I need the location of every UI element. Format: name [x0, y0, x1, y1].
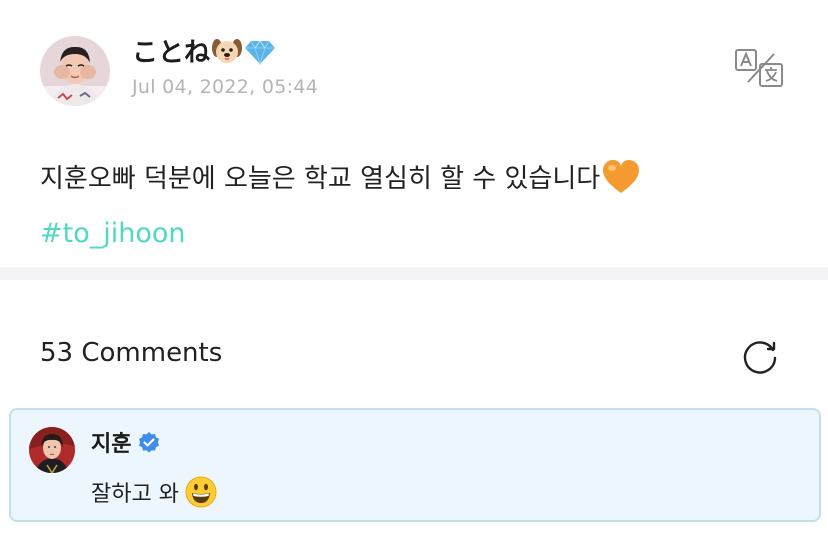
post-header: ことね Jul 04, 2022, 05:44	[40, 36, 790, 108]
author-avatar[interactable]	[40, 36, 110, 106]
orange-heart-emoji	[602, 159, 640, 208]
comment-text: 잘하고 와	[91, 476, 217, 514]
author-name[interactable]: ことね	[132, 36, 276, 74]
comment-author-avatar[interactable]	[29, 427, 75, 473]
dog-face-emoji	[212, 37, 243, 74]
verified-badge-icon	[137, 431, 161, 461]
section-divider	[0, 267, 828, 280]
comment-text-content: 잘하고 와	[91, 482, 179, 507]
post-text-content: 지훈오빠 덕분에 오늘은 학교 열심히 할 수 있습니다	[40, 164, 601, 194]
comment-author-name: 지훈	[91, 432, 132, 457]
post-text: 지훈오빠 덕분에 오늘은 학교 열심히 할 수 있습니다	[40, 158, 800, 208]
translate-icon	[735, 49, 783, 87]
comment-item[interactable]: 지훈 잘하고 와	[9, 408, 821, 522]
comments-count: 53 Comments	[40, 338, 223, 368]
comment-author[interactable]: 지훈	[91, 426, 161, 461]
post-timestamp: Jul 04, 2022, 05:44	[132, 76, 319, 98]
gem-emoji	[244, 39, 276, 74]
refresh-button[interactable]	[740, 336, 780, 376]
translate-button[interactable]	[734, 48, 786, 88]
author-name-text: ことね	[132, 38, 211, 68]
post-body: 지훈오빠 덕분에 오늘은 학교 열심히 할 수 있습니다 #to_jihoon	[40, 158, 800, 256]
post-hashtag[interactable]: #to_jihoon	[40, 212, 800, 256]
refresh-icon	[743, 341, 777, 374]
comments-header: 53 Comments	[40, 336, 788, 376]
grinning-face-emoji	[185, 476, 217, 514]
